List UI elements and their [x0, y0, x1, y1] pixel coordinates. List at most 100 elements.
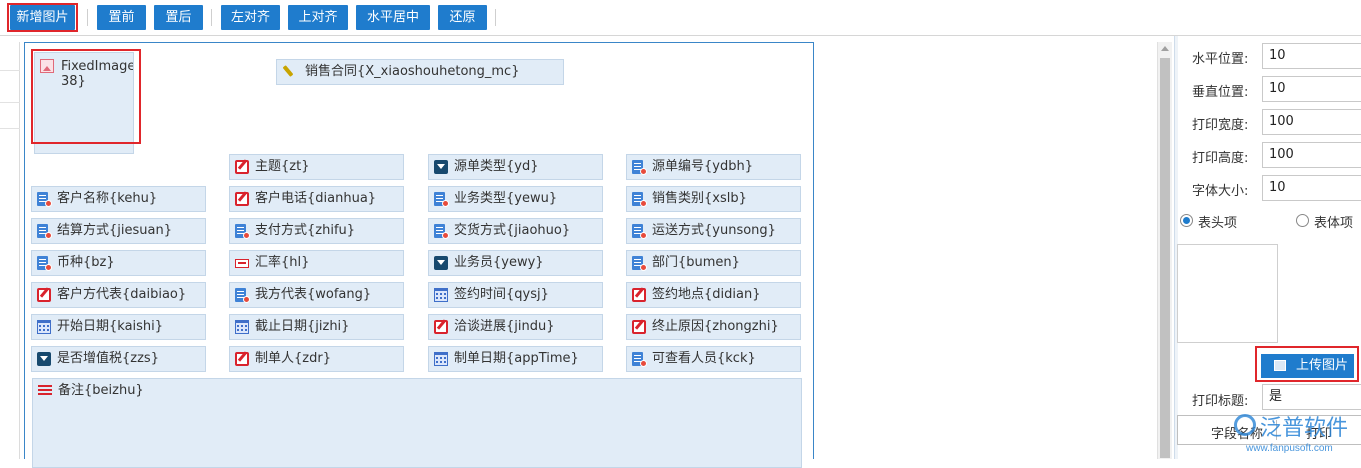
form-field[interactable]: 客户名称{kehu}	[31, 186, 206, 212]
font-size-label: 字体大小:	[1192, 184, 1249, 199]
align-left-button[interactable]: 左对齐	[221, 5, 280, 30]
logo-icon	[1234, 414, 1256, 436]
left-panel-edge	[0, 42, 20, 459]
form-field[interactable]: 签约时间{qysj}	[428, 282, 603, 308]
title-field[interactable]: 销售合同{X_xiaoshouhetong_mc}	[276, 59, 564, 85]
properties-panel: 水平位置: 10 垂直位置: 10 打印宽度: 100 打印高度: 100 字体…	[1177, 36, 1361, 459]
form-field-label: 客户方代表{daibiao}	[57, 287, 187, 302]
document-icon	[37, 224, 52, 239]
form-field-label: 截止日期{jizhi}	[255, 319, 350, 334]
scroll-up-arrow-icon[interactable]	[1161, 46, 1169, 51]
document-icon	[434, 224, 449, 239]
form-field[interactable]: 汇率{hl}	[229, 250, 404, 276]
form-field[interactable]: 终止原因{zhongzhi}	[626, 314, 801, 340]
form-field-label: 业务类型{yewu}	[454, 191, 558, 206]
form-field[interactable]: 制单人{zdr}	[229, 346, 404, 372]
form-field-label: 可查看人员{kck}	[652, 351, 756, 366]
form-field-label: 签约地点{didian}	[652, 287, 761, 302]
form-field[interactable]: 销售类别{xslb}	[626, 186, 801, 212]
calendar-icon	[37, 320, 51, 334]
body-item-label: 表体项	[1314, 216, 1354, 231]
form-field-label: 币种{bz}	[57, 255, 115, 270]
document-icon	[37, 192, 52, 207]
form-field-label: 我方代表{wofang}	[255, 287, 372, 302]
form-field[interactable]: 支付方式{zhifu}	[229, 218, 404, 244]
form-field[interactable]: 客户电话{dianhua}	[229, 186, 404, 212]
form-field[interactable]: 可查看人员{kck}	[626, 346, 801, 372]
form-field[interactable]: 部门{bumen}	[626, 250, 801, 276]
edit-icon	[37, 288, 51, 302]
dropdown-icon	[37, 352, 51, 366]
form-field-label: 客户电话{dianhua}	[255, 191, 377, 206]
form-field[interactable]: 主题{zt}	[229, 154, 404, 180]
toolbar: 新增图片 置前 置后 左对齐 上对齐 水平居中 还原	[0, 0, 1361, 36]
remark-field[interactable]: 备注{beizhu}	[32, 378, 802, 468]
form-field-label: 开始日期{kaishi}	[57, 319, 164, 334]
form-field[interactable]: 运送方式{yunsong}	[626, 218, 801, 244]
form-field-label: 源单类型{yd}	[454, 159, 539, 174]
scroll-thumb[interactable]	[1160, 58, 1170, 458]
divider	[0, 70, 20, 71]
watermark-url: www.fanpusoft.com	[1246, 443, 1333, 454]
vertical-scrollbar[interactable]	[1157, 42, 1172, 459]
form-field[interactable]: 开始日期{kaishi}	[31, 314, 206, 340]
print-title-label: 打印标题:	[1192, 394, 1249, 409]
form-field-label: 业务员{yewy}	[454, 255, 544, 270]
divider	[0, 128, 20, 129]
print-height-input[interactable]: 100	[1262, 142, 1361, 168]
form-field-label: 签约时间{qysj}	[454, 287, 549, 302]
font-size-input[interactable]: 10	[1262, 175, 1361, 201]
image-preview	[1177, 244, 1278, 343]
form-field[interactable]: 洽谈进展{jindu}	[428, 314, 603, 340]
form-field[interactable]: 我方代表{wofang}	[229, 282, 404, 308]
form-field[interactable]: 是否增值税{zzs}	[31, 346, 206, 372]
edit-icon	[632, 288, 646, 302]
watermark-text: 泛普软件	[1260, 416, 1349, 441]
header-item-radio[interactable]	[1180, 214, 1193, 227]
form-field[interactable]: 源单编号{ydbh}	[626, 154, 801, 180]
design-canvas[interactable]: FixedImage{ 38} 销售合同{X_xiaoshouhetong_mc…	[24, 42, 814, 468]
highlight-box	[7, 3, 78, 32]
restore-button[interactable]: 还原	[438, 5, 487, 30]
send-back-button[interactable]: 置后	[154, 5, 203, 30]
print-width-label: 打印宽度:	[1192, 118, 1249, 133]
highlight-box	[1255, 346, 1359, 382]
vertical-position-input[interactable]: 10	[1262, 76, 1361, 102]
divider	[0, 102, 20, 103]
print-width-input[interactable]: 100	[1262, 109, 1361, 135]
form-field[interactable]: 客户方代表{daibiao}	[31, 282, 206, 308]
form-field[interactable]: 结算方式{jiesuan}	[31, 218, 206, 244]
form-field[interactable]: 截止日期{jizhi}	[229, 314, 404, 340]
form-field[interactable]: 交货方式{jiaohuo}	[428, 218, 603, 244]
form-field-label: 制单日期{appTime}	[454, 351, 579, 366]
body-item-radio[interactable]	[1296, 214, 1309, 227]
highlight-box	[31, 49, 141, 144]
horizontal-position-input[interactable]: 10	[1262, 43, 1361, 69]
document-icon	[632, 224, 647, 239]
form-field-label: 源单编号{ydbh}	[652, 159, 753, 174]
form-field[interactable]: 币种{bz}	[31, 250, 206, 276]
form-field[interactable]: 签约地点{didian}	[626, 282, 801, 308]
center-horizontal-button[interactable]: 水平居中	[356, 5, 430, 30]
form-field-label: 是否增值税{zzs}	[57, 351, 159, 366]
form-field-label: 销售类别{xslb}	[652, 191, 747, 206]
document-icon	[235, 224, 250, 239]
form-field[interactable]: 业务类型{yewu}	[428, 186, 603, 212]
form-field-label: 终止原因{zhongzhi}	[652, 319, 779, 334]
print-height-label: 打印高度:	[1192, 151, 1249, 166]
remark-field-label: 备注{beizhu}	[58, 383, 144, 398]
header-item-label: 表头项	[1198, 216, 1238, 231]
calendar-icon	[235, 320, 249, 334]
form-field-label: 运送方式{yunsong}	[652, 223, 776, 238]
align-top-button[interactable]: 上对齐	[288, 5, 348, 30]
form-field-label: 支付方式{zhifu}	[255, 223, 356, 238]
document-icon	[434, 192, 449, 207]
edit-icon	[235, 352, 249, 366]
bring-front-button[interactable]: 置前	[97, 5, 146, 30]
print-title-select[interactable]: 是	[1262, 384, 1361, 410]
form-field[interactable]: 业务员{yewy}	[428, 250, 603, 276]
document-icon	[632, 160, 647, 175]
toolbar-separator	[87, 9, 88, 26]
form-field[interactable]: 制单日期{appTime}	[428, 346, 603, 372]
form-field[interactable]: 源单类型{yd}	[428, 154, 603, 180]
